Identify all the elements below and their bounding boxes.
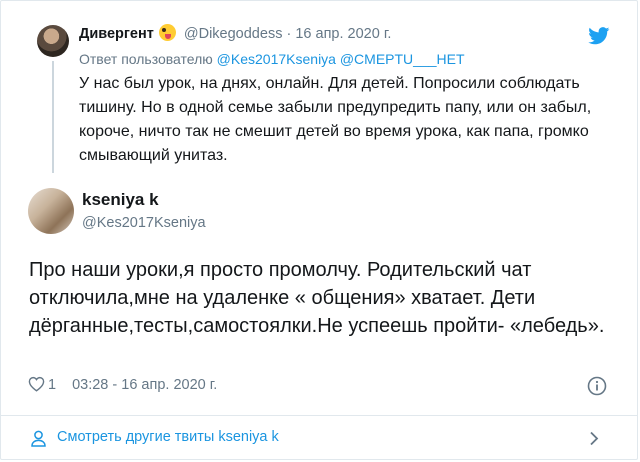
more-tweets-label: Смотреть другие твиты kseniya k <box>57 429 279 445</box>
info-icon[interactable] <box>587 376 607 396</box>
more-tweets-link[interactable]: Смотреть другие твиты kseniya k <box>1 416 637 461</box>
tweet-meta: 1 03:28 - 16 апр. 2020 г. <box>28 376 217 393</box>
parent-display-name[interactable]: Дивергент <box>79 26 154 42</box>
parent-date[interactable]: 16 апр. 2020 г. <box>295 26 391 42</box>
author-handle[interactable]: @Kes2017Kseniya <box>82 215 206 231</box>
parent-tweet-text: У нас был урок, на днях, онлайн. Для дет… <box>79 75 592 164</box>
author-avatar[interactable] <box>28 188 74 234</box>
tweet-text: Про наши уроки,я просто промолчу. Родите… <box>29 259 605 337</box>
parent-avatar[interactable] <box>37 25 69 57</box>
tweet-embed-card: Дивергент @Dikegoddess · 16 апр. 2020 г.… <box>0 0 638 460</box>
thread-line <box>52 61 54 173</box>
reply-mentions[interactable]: @Kes2017Kseniya @CMEPTU___HET <box>217 51 465 67</box>
twitter-bird-icon[interactable] <box>588 27 610 45</box>
parent-handle[interactable]: @Dikegoddess <box>184 26 283 42</box>
winking-tongue-emoji-icon <box>158 24 176 41</box>
tweet-timestamp[interactable]: 03:28 - 16 апр. 2020 г. <box>72 377 217 393</box>
parent-separator: · <box>286 26 292 42</box>
parent-header: Дивергент @Dikegoddess · 16 апр. 2020 г. <box>79 24 391 42</box>
parent-tweet[interactable]: Дивергент @Dikegoddess · 16 апр. 2020 г.… <box>1 1 637 179</box>
author-display-name[interactable]: kseniya k <box>82 190 159 210</box>
reply-to-line: Ответ пользователю @Kes2017Kseniya @CMEP… <box>79 51 465 67</box>
heart-icon[interactable] <box>28 376 45 392</box>
chevron-right-icon <box>590 431 599 446</box>
reply-prefix: Ответ пользователю <box>79 51 213 67</box>
person-icon <box>31 430 46 447</box>
like-count: 1 <box>48 377 57 393</box>
